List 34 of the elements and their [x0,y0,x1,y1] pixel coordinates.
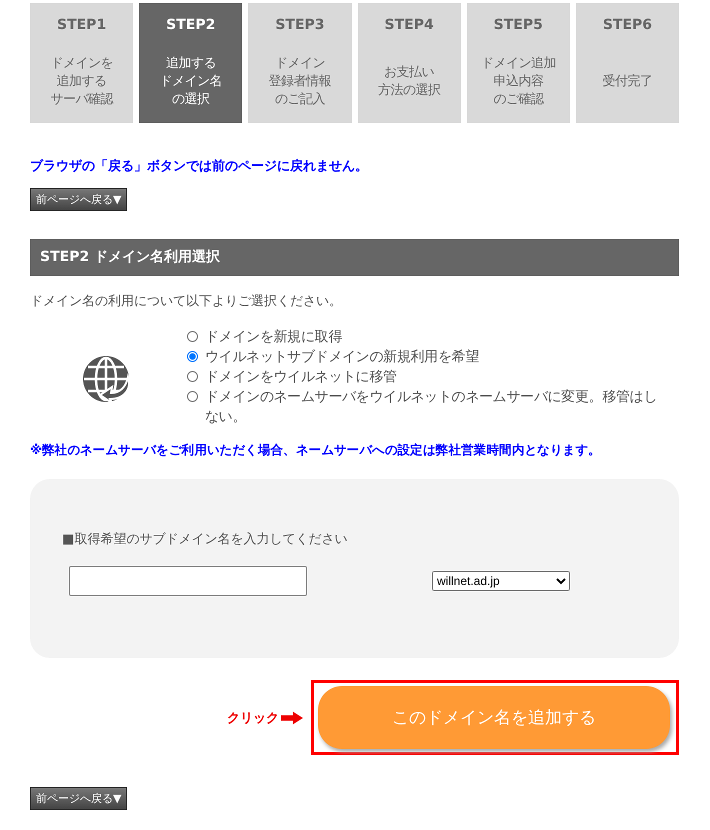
intro-text: ドメイン名の利用について以下よりご選択ください。 [30,293,343,310]
step-caption-line: 方法の選択 [378,82,440,100]
step-caption-line: 受付完了 [602,73,652,91]
radio-button[interactable] [187,351,198,362]
step-caption-line: お支払い [383,64,436,82]
step-caption-line: 申込内容 [492,73,544,91]
step-caption-line: 追加する [164,55,217,73]
back-button[interactable]: 前ページへ戻る▼ [30,188,128,211]
arrow-icon [281,710,303,724]
radio-button[interactable] [187,331,198,342]
domain-select[interactable]: willnet.ad.jp [432,571,570,591]
section-header: STEP2 ドメイン名利用選択 [30,239,679,276]
step-caption-line: ドメイン追加 [480,55,556,73]
step-caption-line: の選択 [171,91,210,109]
option-label: ウイルネットサブドメインの新規利用を希望 [205,348,480,367]
subdomain-input-field[interactable] [69,566,307,596]
back-button[interactable]: 前ページへ戻る▼ [30,787,128,810]
option-label: ドメインのネームサーバをウイルネットのネームサーバに変更。移管はしない。 [205,388,658,427]
warning-text: ブラウザの「戻る」ボタンでは前のページに戻れません。 [30,158,369,175]
step-caption-line: 追加する [56,73,108,91]
notice-text: ※弊社のネームサーバをご利用いただく場合、ネームサーバへの設定は弊社営業時間内となります。 [30,442,602,459]
option-label: ドメインをウイルネットに移管 [205,368,397,387]
radio-button[interactable] [187,391,198,402]
radio-button[interactable] [187,371,198,382]
step-caption-line: サーバ確認 [50,91,113,109]
click-hint-text: クリック [227,710,279,726]
field-label: ■取得希望のサブドメイン名を入力してください [62,531,348,548]
step-caption-line: のご確認 [492,91,545,109]
option-label: ドメインを新規に取得 [205,328,342,347]
step-caption-line: ドメイン [274,55,326,73]
step-caption-line: ドメインを [50,55,113,73]
step-caption-line: ドメイン名 [160,73,222,91]
step-caption-line: 登録者情報 [268,73,332,91]
step-caption-line: のご記入 [274,91,326,109]
